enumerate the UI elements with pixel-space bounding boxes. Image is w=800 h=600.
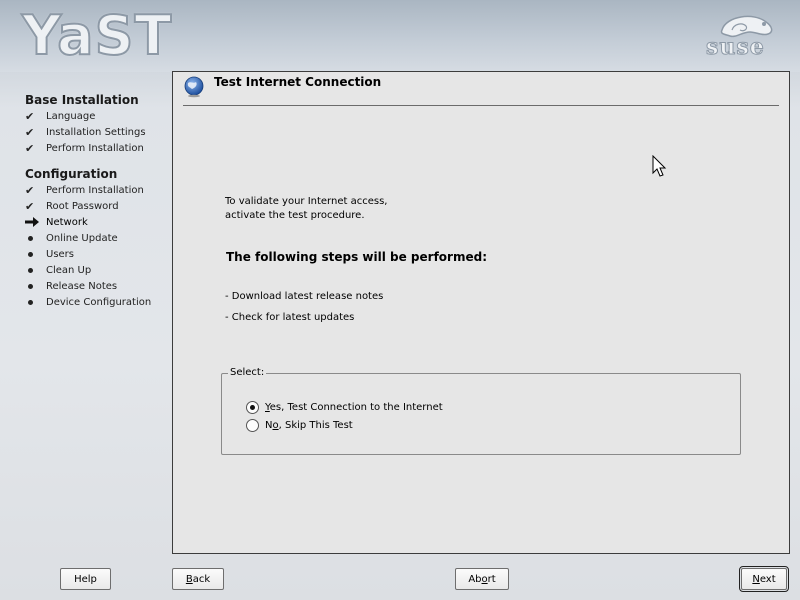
- step-label: Device Configuration: [46, 296, 152, 308]
- groupbox-legend: Select:: [228, 367, 267, 378]
- radio-button-unselected[interactable]: [246, 419, 259, 432]
- bullet-icon: [25, 283, 46, 289]
- abort-button[interactable]: Ab o rt: [455, 568, 509, 590]
- intro-line-1: To validate your Internet access,: [225, 196, 388, 207]
- yast-logo: YaST: [21, 4, 173, 67]
- step-language: ✔ Language: [25, 108, 175, 124]
- checkmark-icon: ✔: [25, 183, 35, 197]
- checkmark-icon: ✔: [25, 141, 35, 155]
- step-label: Users: [46, 248, 75, 260]
- radio-yes-test-connection[interactable]: Yes, Test Connection to the Internet: [246, 401, 443, 414]
- radio-label-yes: Yes, Test Connection to the Internet: [265, 402, 443, 413]
- page-title: Test Internet Connection: [214, 75, 382, 89]
- step-installation-settings: ✔ Installation Settings: [25, 124, 175, 140]
- list-item: - Download latest release notes: [225, 291, 384, 302]
- title-divider: [183, 105, 779, 106]
- step-clean-up: Clean Up: [25, 262, 175, 278]
- intro-text: To validate your Internet access, activa…: [225, 195, 387, 223]
- arrow-right-icon: [25, 217, 46, 227]
- checkmark-icon: ✔: [25, 199, 35, 213]
- list-item: - Check for latest updates: [225, 312, 355, 323]
- bullet-icon: [25, 267, 46, 273]
- back-button[interactable]: Back: [172, 568, 224, 590]
- section-title-configuration: Configuration: [25, 167, 118, 181]
- steps-heading: The following steps will be performed:: [226, 250, 487, 264]
- radio-no-skip-test[interactable]: No, Skip This Test: [246, 419, 353, 432]
- step-label: Installation Settings: [46, 126, 146, 138]
- step-device-configuration: Device Configuration: [25, 294, 175, 310]
- bullet-icon: [25, 235, 46, 241]
- section-title-base-installation: Base Installation: [25, 93, 139, 107]
- content-panel: Test Internet Connection To validate you…: [172, 71, 790, 554]
- globe-icon: [184, 76, 204, 98]
- suse-wordmark: suse: [706, 34, 765, 61]
- step-label: Perform Installation: [46, 142, 144, 154]
- step-perform-installation: ✔ Perform Installation: [25, 140, 175, 156]
- checkmark-icon: ✔: [25, 109, 35, 123]
- radio-button-selected[interactable]: [246, 401, 259, 414]
- help-button[interactable]: Help: [60, 568, 111, 590]
- step-label: Release Notes: [46, 280, 118, 292]
- intro-line-2: activate the test procedure.: [225, 210, 365, 221]
- bullet-icon: [25, 299, 46, 305]
- bullet-icon: [25, 251, 46, 257]
- radio-label-no: No, Skip This Test: [265, 420, 353, 431]
- step-label: Perform Installation: [46, 184, 144, 196]
- step-label: Root Password: [46, 200, 119, 212]
- step-release-notes: Release Notes: [25, 278, 175, 294]
- step-label: Network: [46, 216, 88, 228]
- step-network: Network: [25, 214, 175, 230]
- step-root-password: ✔ Root Password: [25, 198, 175, 214]
- step-users: Users: [25, 246, 175, 262]
- mouse-pointer-icon: [652, 155, 667, 177]
- checkmark-icon: ✔: [25, 125, 35, 139]
- step-label: Online Update: [46, 232, 118, 244]
- select-groupbox: Select: Yes, Test Connection to the Inte…: [221, 367, 741, 455]
- step-label: Language: [46, 110, 96, 122]
- header-banner: YaST suse: [0, 0, 800, 72]
- step-label: Clean Up: [46, 264, 92, 276]
- step-perform-installation-config: ✔ Perform Installation: [25, 182, 175, 198]
- next-button[interactable]: Next: [739, 566, 789, 592]
- step-online-update: Online Update: [25, 230, 175, 246]
